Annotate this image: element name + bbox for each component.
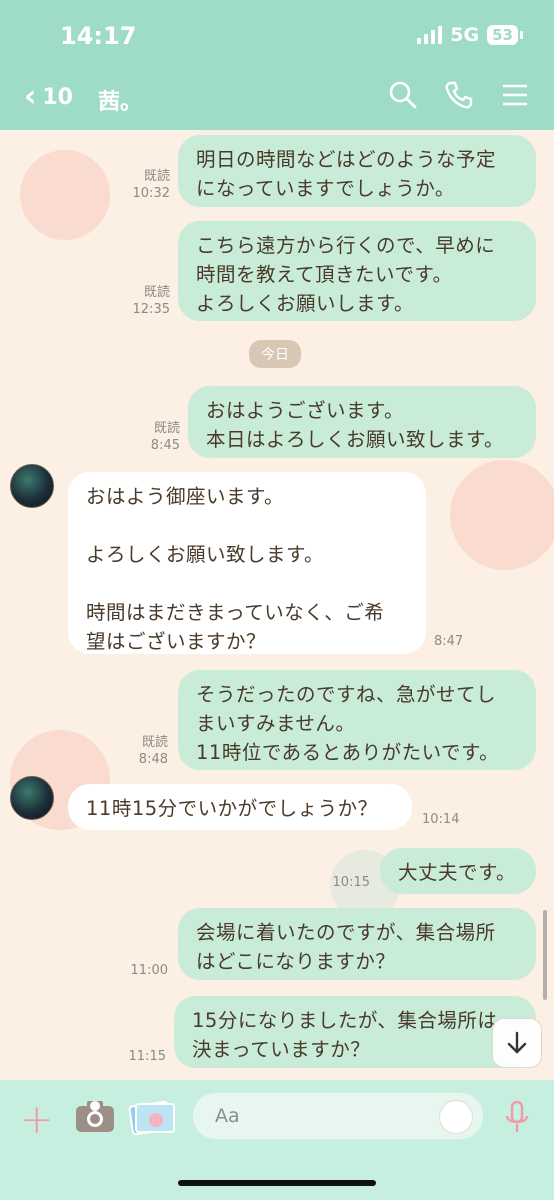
scrollbar[interactable] [543,910,547,1000]
chevron-left-icon: ‹ [24,79,37,114]
message-meta: 既読 8:45 [150,421,180,453]
contact-avatar[interactable] [10,464,54,508]
message-time: 10:15 [332,875,370,890]
message-input[interactable]: Aa [192,1092,484,1140]
unread-count: 10 [42,84,73,110]
photo-icon[interactable] [128,1098,176,1136]
emoji-icon[interactable] [439,1100,473,1134]
message-time: 10:14 [422,812,460,827]
message-time: 8:47 [434,634,464,649]
outgoing-message[interactable]: おはようございます。 本日はよろしくお願い致します。 [188,386,536,458]
outgoing-message[interactable]: そうだったのですね、急がせてし まいすみません。 11時位であるとありがたいです… [178,670,536,770]
outgoing-message[interactable]: 大丈夫です。 [380,848,536,894]
camera-icon[interactable] [74,1098,116,1134]
chat-title: 茜。 [98,90,143,115]
scroll-to-bottom-button[interactable] [492,1018,542,1068]
date-divider: 今日 [249,340,301,368]
contact-avatar[interactable] [10,776,54,820]
phone-icon[interactable] [444,80,474,110]
menu-icon[interactable] [500,80,530,110]
background-decoration [450,460,554,570]
outgoing-message[interactable]: こちら遠方から行くので、早めに 時間を教えて頂きたいです。 よろしくお願いします… [178,221,536,321]
status-indicators: 5G 53 [417,24,523,46]
incoming-message[interactable]: おはよう御座います。 よろしくお願い致します。 時間はまだきまっていなく、ご希 … [68,472,426,654]
outgoing-message[interactable]: 会場に着いたのですが、集合場所 はどこになりますか？ [178,908,536,980]
network-label: 5G [450,24,480,46]
search-icon[interactable] [388,80,418,110]
chat-area[interactable]: 既読 10:32 明日の時間などはどのような予定 になっていますでしょうか。 既読… [0,130,554,1080]
incoming-message[interactable]: 11時15分でいかがでしょうか？ [68,784,412,830]
header-bar: 14:17 5G 53 ‹ 10 茜。 [0,0,554,130]
home-indicator [178,1180,376,1186]
message-time: 11:00 [130,963,168,978]
plus-icon[interactable]: + [20,1100,54,1140]
outgoing-message[interactable]: 明日の時間などはどのような予定 になっていますでしょうか。 [178,135,536,207]
message-meta: 既読 10:32 [132,169,170,201]
outgoing-message[interactable]: 15分になりましたが、集合場所は 決まっていますか？ [174,996,536,1068]
signal-icon [417,26,443,44]
message-meta: 既読 8:48 [138,735,168,767]
microphone-icon[interactable] [503,1100,531,1136]
message-meta: 既読 12:35 [132,285,170,317]
status-time: 14:17 [60,22,137,50]
message-time: 11:15 [128,1049,166,1064]
input-placeholder: Aa [215,1105,240,1127]
battery-icon: 53 [487,25,523,45]
back-button[interactable]: ‹ 10 [24,82,73,112]
background-decoration [20,150,110,240]
arrow-down-icon [507,1031,527,1054]
